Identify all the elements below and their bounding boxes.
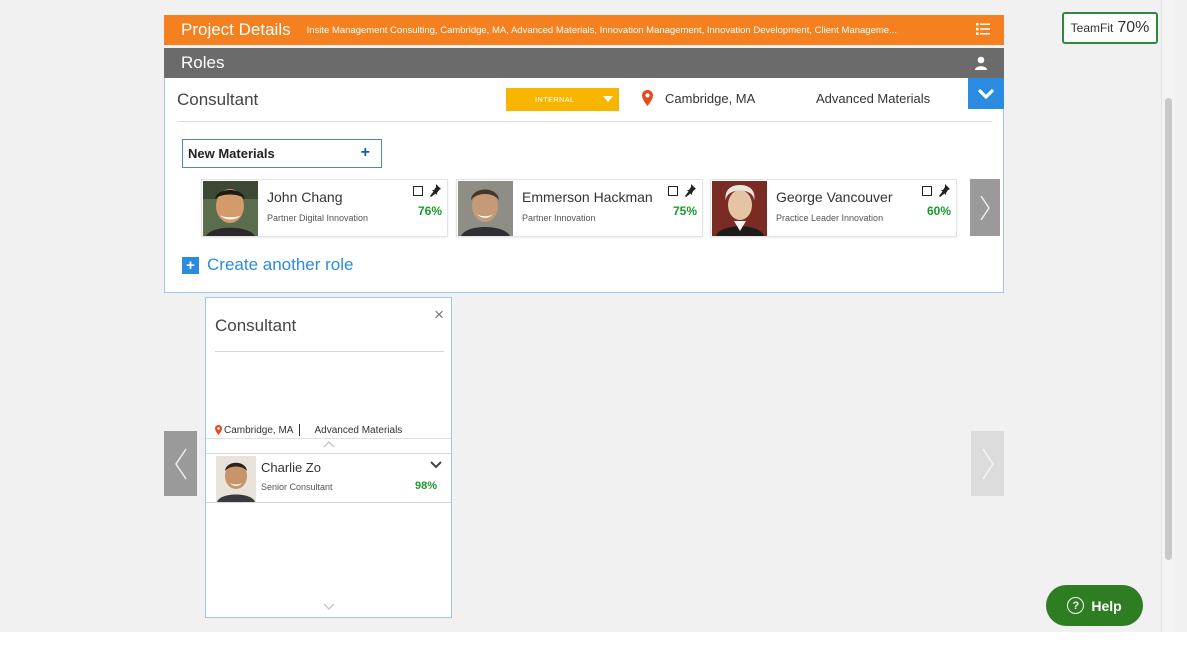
pushpin-icon[interactable]: [938, 184, 950, 197]
create-role-link[interactable]: + Create another role: [182, 255, 353, 275]
roles-title: Roles: [181, 53, 225, 72]
candidate-name: John Chang: [267, 189, 343, 205]
plus-icon: +: [182, 256, 199, 274]
help-icon: ?: [1067, 597, 1085, 614]
member-match-percent: 98%: [414, 480, 437, 492]
candidate-title: Partner Digital Innovation: [267, 213, 369, 223]
role-location: Cambridge, MA: [665, 91, 756, 106]
role-type-dropdown[interactable]: INTERNAL: [506, 88, 619, 111]
skill-field[interactable]: New Materials +: [182, 139, 382, 168]
match-percent: 76%: [417, 204, 442, 218]
project-details-title: Project Details: [181, 20, 291, 39]
chevron-left-icon: [174, 448, 187, 479]
candidate-name: George Vancouver: [776, 189, 893, 205]
candidate-card[interactable]: George Vancouver Practice Leader Innovat…: [710, 179, 957, 237]
candidate-card[interactable]: John Chang Partner Digital Innovation 76…: [201, 179, 448, 237]
teamfit-label: TeamFit: [1070, 21, 1114, 35]
select-checkbox-icon[interactable]: [668, 186, 678, 196]
role-divider: [177, 121, 992, 122]
help-button[interactable]: ? Help: [1046, 585, 1143, 626]
roles-panel: Consultant INTERNAL Cambridge, MA Advanc…: [164, 78, 1004, 293]
role-member-row[interactable]: Charlie Zo Senior Consultant 98%: [206, 453, 451, 503]
candidate-title: Partner Innovation: [522, 213, 596, 223]
project-details-bar[interactable]: Project Details Insite Management Consul…: [164, 15, 1004, 45]
avatar: [712, 181, 767, 236]
role-card-divider: [215, 351, 444, 352]
role-card-meta: Cambridge, MA Advanced Materials: [215, 424, 402, 436]
member-name: Charlie Zo: [261, 460, 321, 475]
avatar: [203, 181, 258, 236]
member-title: Senior Consultant: [261, 482, 333, 492]
chevron-right-icon: [981, 448, 994, 479]
meta-separator: [299, 424, 301, 436]
person-icon[interactable]: [974, 56, 988, 70]
select-checkbox-icon[interactable]: [413, 186, 423, 196]
candidate-title: Practice Leader Innovation: [776, 213, 884, 223]
next-candidates-button[interactable]: [970, 179, 1000, 236]
pushpin-icon[interactable]: [429, 184, 441, 197]
expand-role-button[interactable]: [968, 78, 1004, 109]
chevron-down-icon: [977, 88, 995, 99]
chevron-right-icon: [980, 195, 990, 220]
chevron-up-icon[interactable]: [323, 440, 335, 448]
add-skill-icon[interactable]: +: [361, 144, 370, 162]
match-percent: 60%: [926, 204, 951, 218]
candidate-card[interactable]: Emmerson Hackman Partner Innovation 75%: [456, 179, 703, 237]
project-breadcrumb: Insite Management Consulting, Cambridge,…: [306, 24, 897, 36]
scrollbar-thumb[interactable]: [1165, 98, 1172, 560]
list-icon[interactable]: [976, 22, 990, 36]
teamfit-badge: TeamFit 70%: [1062, 12, 1158, 44]
role-card: Consultant × Cambridge, MA Advanced Mate…: [205, 297, 452, 618]
role-card-practice: Advanced Materials: [314, 424, 403, 436]
close-icon[interactable]: ×: [434, 306, 444, 323]
role-type-value: INTERNAL: [535, 95, 575, 104]
role-practice: Advanced Materials: [816, 91, 931, 106]
bottom-strip: [0, 632, 1187, 648]
candidate-name: Emmerson Hackman: [522, 189, 653, 205]
pushpin-icon[interactable]: [684, 184, 696, 197]
location-pin-icon: [215, 425, 222, 435]
chevron-down-icon[interactable]: [323, 603, 335, 611]
prev-role-button[interactable]: [164, 431, 197, 496]
create-role-label: Create another role: [207, 255, 354, 274]
role-title: Consultant: [177, 90, 259, 109]
role-card-location: Cambridge, MA: [224, 424, 294, 436]
match-percent: 75%: [672, 204, 697, 218]
roles-bar: Roles: [164, 48, 1004, 78]
caret-down-icon: [603, 96, 613, 102]
help-label: Help: [1091, 597, 1122, 614]
avatar: [216, 456, 256, 502]
location-pin-icon: [642, 90, 653, 106]
role-card-title: Consultant: [215, 316, 297, 335]
role-card-meta-divider: [206, 438, 451, 439]
select-checkbox-icon[interactable]: [922, 186, 932, 196]
skill-field-value: New Materials: [188, 146, 275, 161]
chevron-down-icon[interactable]: [430, 461, 442, 469]
page-scrollbar[interactable]: [1161, 0, 1175, 632]
avatar: [458, 181, 513, 236]
teamfit-value: 70%: [1117, 19, 1150, 36]
next-role-button[interactable]: [971, 431, 1004, 496]
